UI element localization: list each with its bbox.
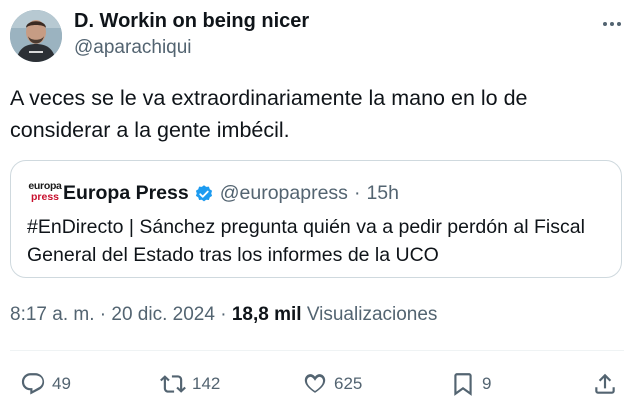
share-icon — [595, 373, 615, 394]
quoted-tweet-header: Europa Press @europapress · 15h — [63, 182, 399, 205]
heart-icon — [304, 374, 326, 393]
reply-button[interactable]: 49 — [20, 369, 71, 399]
divider — [10, 350, 624, 351]
quoted-author-name[interactable]: Europa Press — [63, 182, 189, 205]
retweet-count: 142 — [192, 374, 221, 393]
like-button[interactable]: 625 — [302, 369, 362, 399]
views-separator: · — [220, 304, 227, 325]
tweet-time[interactable]: 8:17 a. m. — [10, 304, 95, 325]
europa-press-logo: europa press — [25, 181, 65, 203]
more-icon — [603, 22, 621, 26]
views-count: 18,8 mil — [231, 304, 302, 325]
reply-icon — [21, 373, 45, 395]
bookmark-count: 9 — [482, 374, 492, 393]
tweet-date[interactable]: 20 dic. 2024 — [111, 304, 215, 325]
author-name[interactable]: D. Workin on being nicer — [74, 10, 309, 33]
like-count: 625 — [334, 374, 363, 393]
verified-badge-icon — [194, 184, 214, 204]
meta-separator: · — [353, 182, 361, 204]
quoted-author-handle[interactable]: @europapress — [220, 182, 348, 205]
tweet-timestamp: 8:17 a. m. · 20 dic. 2024 · 18,8 mil Vis… — [10, 304, 437, 326]
bookmark-button[interactable]: 9 — [450, 369, 491, 399]
logo-line2: press — [30, 191, 60, 203]
retweet-button[interactable]: 142 — [160, 369, 220, 399]
reply-count: 49 — [52, 374, 71, 393]
author-handle[interactable]: @aparachiqui — [74, 37, 192, 59]
share-button[interactable] — [592, 369, 618, 399]
quoted-tweet-text: #EnDirecto | Sánchez pregunta quién va a… — [27, 216, 585, 266]
avatar[interactable] — [10, 10, 62, 62]
quoted-tweet-time[interactable]: 15h — [366, 182, 399, 205]
timestamp-separator: · — [99, 304, 107, 325]
tweet-text: A veces se le va extraordinariamente la … — [10, 86, 528, 142]
bookmark-icon — [454, 373, 472, 396]
more-options-button[interactable] — [598, 10, 626, 38]
quoted-tweet-card[interactable]: europa press Europa Press @europapress ·… — [10, 160, 622, 278]
retweet-icon — [160, 375, 186, 393]
views-label: Visualizaciones — [306, 304, 438, 325]
